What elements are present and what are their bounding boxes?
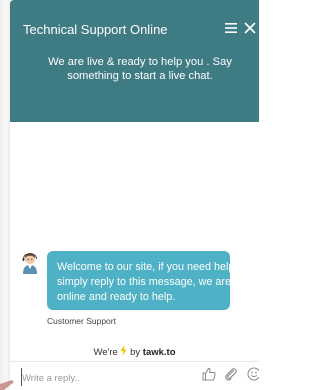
paperclip-icon[interactable] bbox=[224, 367, 238, 381]
corner-decoration bbox=[0, 380, 14, 390]
powered-by-line[interactable]: We're by tawk.to bbox=[10, 345, 259, 358]
smiley-icon[interactable] bbox=[247, 367, 259, 381]
chat-header: Technical Support Online We are live & r… bbox=[10, 0, 259, 122]
composer-divider bbox=[10, 361, 259, 362]
brand-name: tawk.to bbox=[142, 347, 176, 358]
chat-widget: Technical Support Online We are live & r… bbox=[10, 0, 259, 390]
powered-by-text: by bbox=[130, 347, 141, 358]
close-icon[interactable] bbox=[244, 22, 256, 34]
message-bubble: Welcome to our site, if you need help si… bbox=[47, 251, 235, 310]
page-edge-shadow bbox=[0, 0, 10, 390]
message-author: Customer Support bbox=[47, 316, 116, 326]
chat-window: Technical Support Online We are live & r… bbox=[0, 0, 259, 390]
agent-avatar-icon bbox=[22, 253, 37, 274]
thumbs-up-icon[interactable] bbox=[202, 367, 216, 381]
message-line: Welcome to our site, if you need help bbox=[57, 261, 235, 273]
header-title: Technical Support Online bbox=[23, 22, 168, 37]
message-line: online and ready to help. bbox=[57, 291, 176, 303]
lightning-bolt-icon bbox=[120, 345, 127, 356]
header-subtitle: We are live & ready to help you . Say so… bbox=[48, 56, 232, 82]
hamburger-menu-icon[interactable] bbox=[225, 22, 237, 34]
message-line: simply reply to this message, we are bbox=[57, 276, 232, 288]
reply-input[interactable] bbox=[22, 370, 182, 386]
powered-prefix: We're bbox=[93, 347, 118, 358]
